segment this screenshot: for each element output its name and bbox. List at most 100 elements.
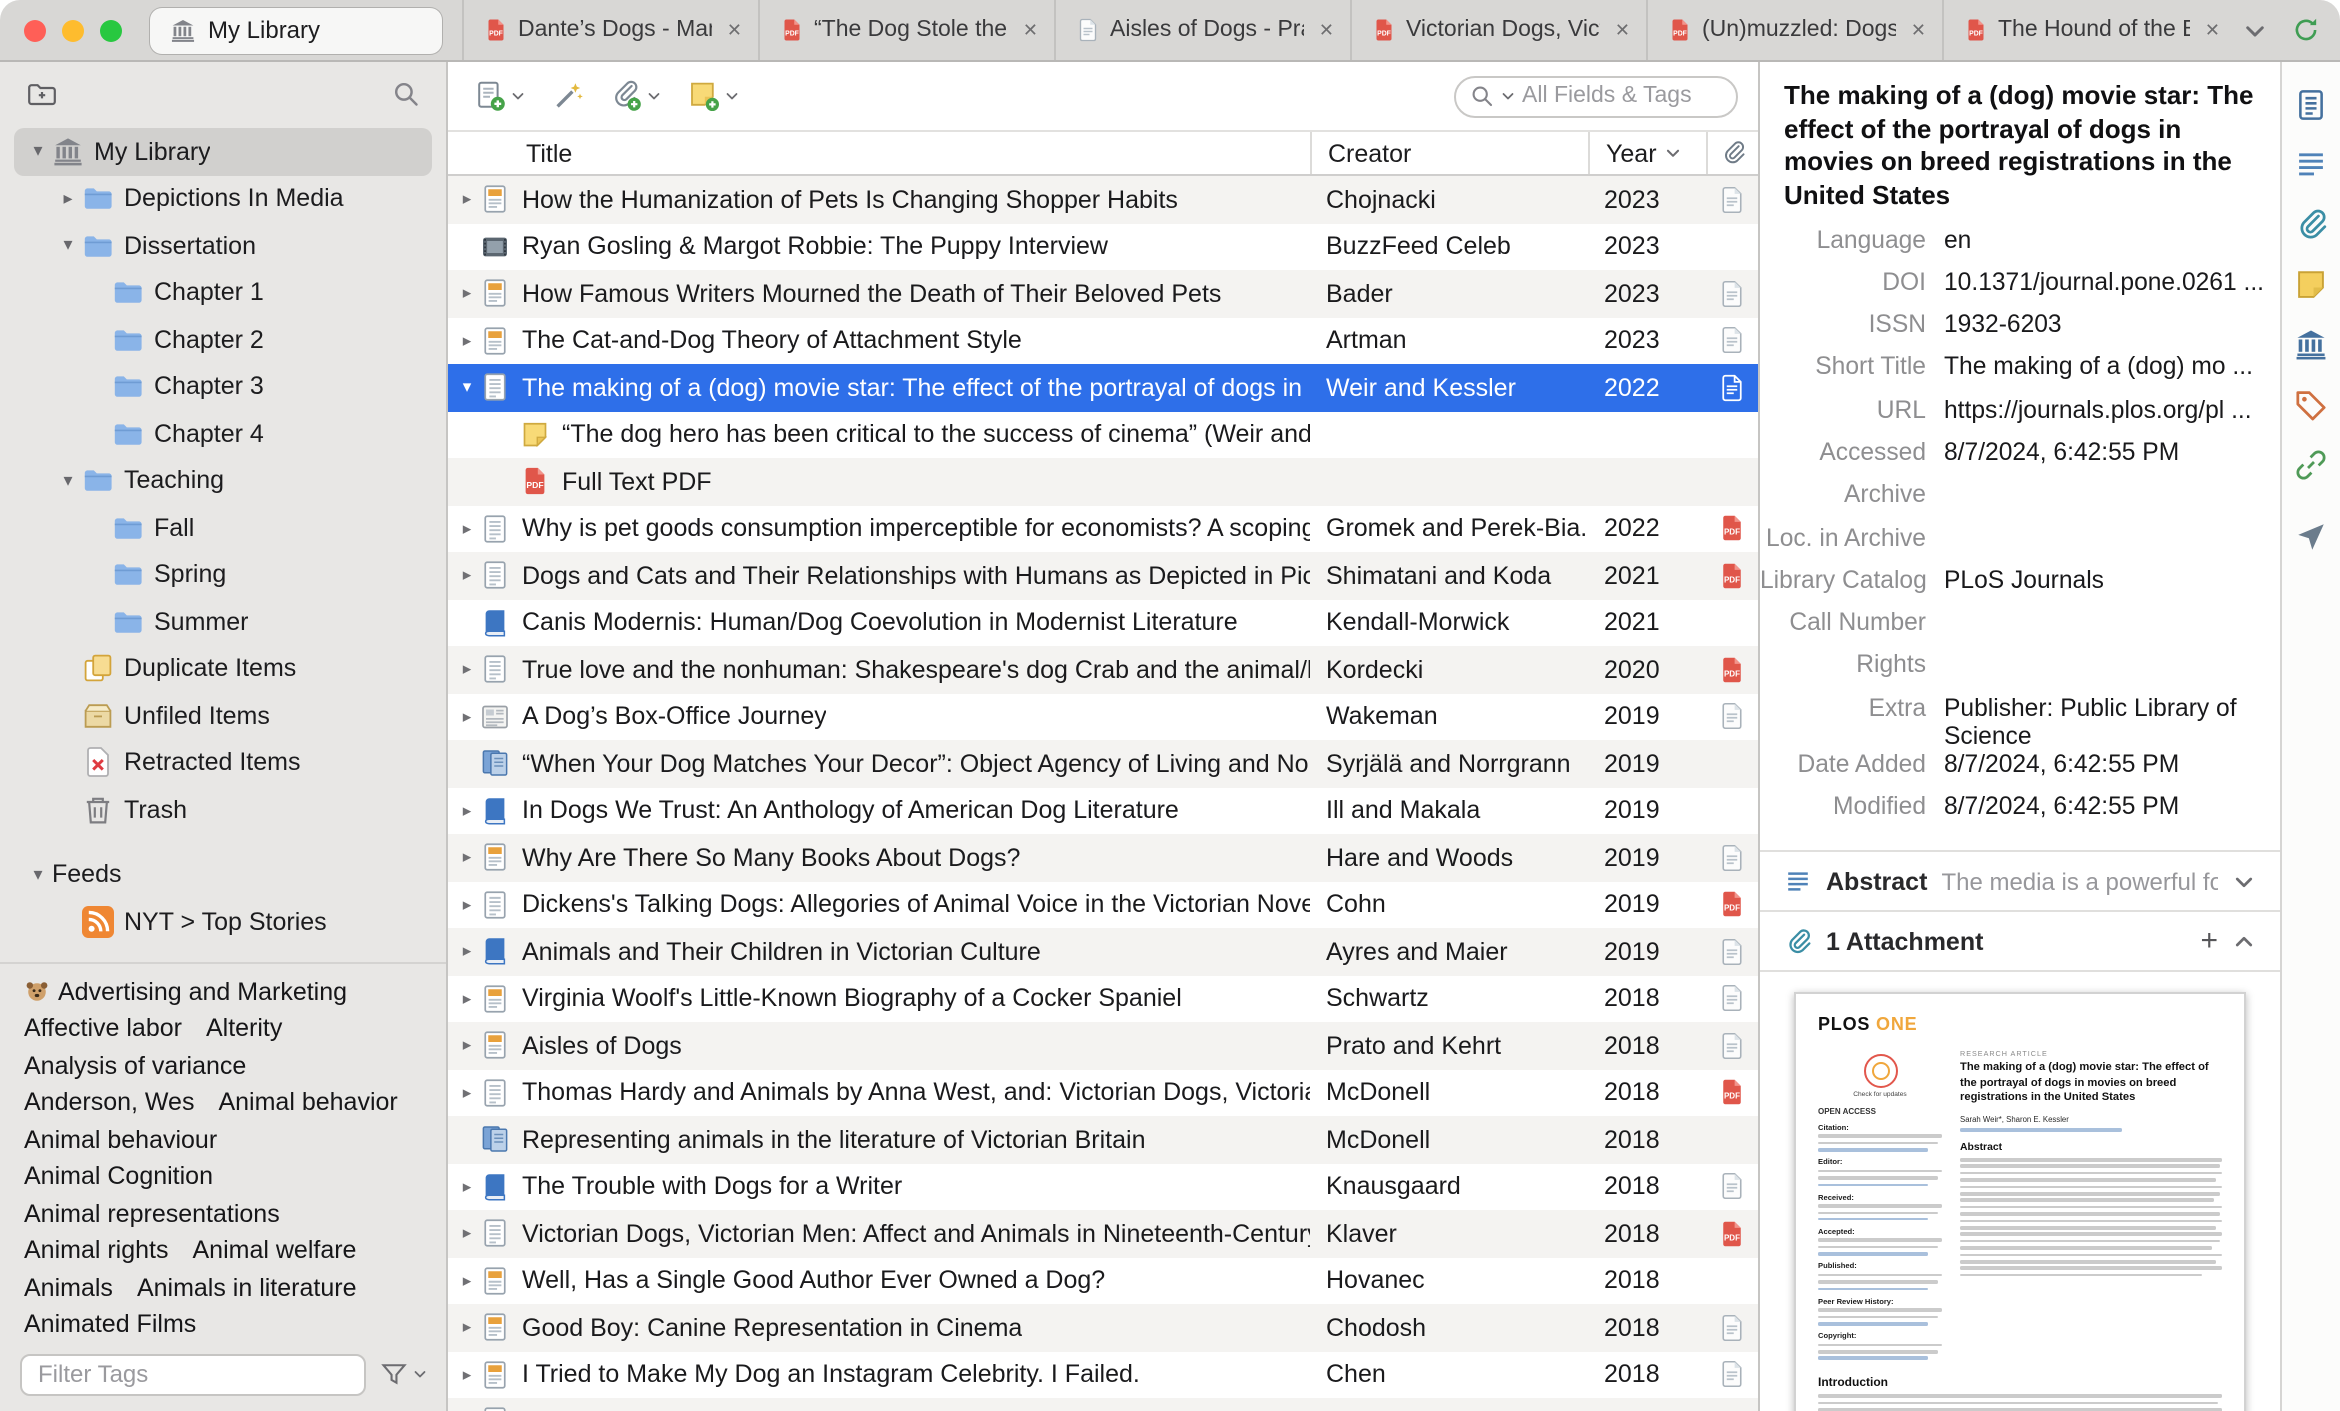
related-icon[interactable]: [2294, 448, 2328, 482]
minimize-window-button[interactable]: [62, 19, 84, 41]
expand-chevron-icon[interactable]: ▸: [448, 565, 478, 587]
item-row[interactable]: ▸ Aisles of Dogs Prato and Kehrt 2018: [448, 1022, 1758, 1069]
add-by-identifier-button[interactable]: [546, 76, 590, 116]
chevron-up-icon[interactable]: [2232, 930, 2256, 954]
expand-chevron-icon[interactable]: ▾: [448, 377, 478, 399]
pdf-preview-page[interactable]: PLOS ONE Check for updates OPEN ACCESS C…: [1794, 992, 2246, 1411]
new-item-button[interactable]: [468, 76, 532, 116]
item-row[interactable]: ▸ Why is pet goods consumption impercepti…: [448, 505, 1758, 552]
tab-overflow-chevron-icon[interactable]: [2242, 17, 2268, 43]
libraries-icon[interactable]: [2294, 328, 2328, 362]
sidebar-item-depictions-in-media[interactable]: ▸ Depictions In Media: [14, 175, 432, 222]
tag-animated-films[interactable]: Animated Films: [24, 1310, 196, 1338]
tag-alterity[interactable]: Alterity: [206, 1014, 282, 1042]
search-box[interactable]: [1454, 75, 1738, 117]
tag-filter-options[interactable]: [380, 1360, 428, 1388]
tags-icon[interactable]: [2294, 388, 2328, 422]
collection-search-icon[interactable]: [392, 80, 420, 108]
close-icon[interactable]: ✕: [1907, 17, 1930, 43]
sidebar-item-chapter-4[interactable]: Chapter 4: [14, 410, 432, 457]
item-row[interactable]: ▸ The Trouble with Dogs for a Writer Knaus…: [448, 1163, 1758, 1210]
tag-affective-labor[interactable]: Affective labor: [24, 1014, 182, 1042]
add-attachment-button[interactable]: [604, 76, 668, 116]
document-tab-un-muzzled-dogs[interactable]: PDF (Un)muzzled: Dogs ✕: [1646, 0, 1942, 60]
sidebar-item-retracted-items[interactable]: Retracted Items: [14, 739, 432, 786]
sidebar-item-dissertation[interactable]: ▾ Dissertation: [14, 222, 432, 269]
close-icon[interactable]: ✕: [1611, 17, 1634, 43]
field-value[interactable]: The making of a (dog) mo ...: [1944, 353, 2264, 381]
expand-chevron-icon[interactable]: ▸: [448, 1035, 478, 1057]
disclosure-chevron-icon[interactable]: ▾: [24, 864, 52, 886]
attachment-row[interactable]: PDF Full Text PDF: [448, 458, 1758, 505]
item-row[interactable]: ▾ The making of a (dog) movie star: The e…: [448, 364, 1758, 411]
tag-animal-rights[interactable]: Animal rights: [24, 1236, 169, 1264]
tab-my-library[interactable]: My Library: [150, 7, 442, 53]
sync-icon[interactable]: [2292, 16, 2320, 44]
tag-animal-behavior[interactable]: Animal behavior: [218, 1088, 397, 1116]
document-tab-victorian-dogs-vict[interactable]: PDF Victorian Dogs, Vict ✕: [1350, 0, 1646, 60]
close-icon[interactable]: ✕: [723, 17, 746, 43]
tag-animal-welfare[interactable]: Animal welfare: [193, 1236, 357, 1264]
disclosure-chevron-icon[interactable]: ▾: [54, 235, 82, 257]
abstract-section-header[interactable]: Abstract The media is a powerful forc...: [1760, 850, 2280, 911]
document-tab-the-dog-stole-the[interactable]: PDF “The Dog Stole the ✕: [758, 0, 1054, 60]
field-value[interactable]: 1932-6203: [1944, 310, 2264, 338]
expand-chevron-icon[interactable]: ▸: [448, 189, 478, 211]
item-row[interactable]: ▸ Good Boy: Canine Representation in Cine…: [448, 1304, 1758, 1351]
sidebar-item-fall[interactable]: Fall: [14, 504, 432, 551]
close-icon[interactable]: ✕: [1019, 17, 1042, 43]
field-value[interactable]: 8/7/2024, 6:42:55 PM: [1944, 792, 2264, 820]
abstract-icon[interactable]: [2294, 148, 2328, 182]
expand-chevron-icon[interactable]: ▸: [448, 988, 478, 1010]
expand-chevron-icon[interactable]: ▸: [448, 518, 478, 540]
item-row[interactable]: ▸ Thomas Hardy and Animals by Anna West, …: [448, 1069, 1758, 1116]
field-value[interactable]: 8/7/2024, 6:42:55 PM: [1944, 750, 2264, 778]
item-row[interactable]: ▸ Well, Has a Single Good Author Ever Own…: [448, 1257, 1758, 1304]
locate-icon[interactable]: [2294, 520, 2328, 554]
expand-chevron-icon[interactable]: ▸: [448, 894, 478, 916]
document-tab-aisles-of-dogs-pra[interactable]: Aisles of Dogs - Pra ✕: [1054, 0, 1350, 60]
expand-chevron-icon[interactable]: ▸: [448, 1176, 478, 1198]
column-header-title[interactable]: Title: [448, 132, 1310, 174]
new-collection-icon[interactable]: [26, 78, 58, 110]
tag-filter-input[interactable]: [20, 1353, 366, 1395]
item-row[interactable]: Canis Modernis: Human/Dog Coevolution in…: [448, 599, 1758, 646]
sidebar-item-trash[interactable]: Trash: [14, 786, 432, 833]
item-row[interactable]: ▸ A Dog’s Box-Office Journey Wakeman 2019: [448, 693, 1758, 740]
chevron-down-icon[interactable]: [2232, 870, 2256, 894]
expand-chevron-icon[interactable]: ▸: [448, 1082, 478, 1104]
attachments-icon[interactable]: [2294, 208, 2328, 242]
expand-chevron-icon[interactable]: ▸: [448, 800, 478, 822]
item-row[interactable]: ▸ How the Humanization of Pets Is Changin…: [448, 176, 1758, 223]
item-row-partial[interactable]: ▸: [448, 1398, 1758, 1411]
search-input[interactable]: [1522, 84, 1722, 108]
item-row[interactable]: “When Your Dog Matches Your Decor”: Obje…: [448, 740, 1758, 787]
sidebar-item-chapter-2[interactable]: Chapter 2: [14, 316, 432, 363]
document-tab-dante-s-dogs-mani[interactable]: PDF Dante’s Dogs - Mani ✕: [462, 0, 758, 60]
disclosure-chevron-icon[interactable]: ▾: [54, 470, 82, 492]
field-value[interactable]: https://journals.plos.org/pl ...: [1944, 395, 2264, 423]
tag-animal-representations[interactable]: Animal representations: [24, 1199, 280, 1227]
notes-icon[interactable]: [2294, 268, 2328, 302]
field-value[interactable]: PLoS Journals: [1944, 566, 2264, 594]
tag-anderson-wes[interactable]: Anderson, Wes: [24, 1088, 194, 1116]
item-row[interactable]: ▸ Why Are There So Many Books About Dogs?…: [448, 834, 1758, 881]
item-row[interactable]: ▸ True love and the nonhuman: Shakespeare…: [448, 646, 1758, 693]
expand-chevron-icon[interactable]: ▸: [448, 1317, 478, 1339]
add-attachment-plus[interactable]: +: [2200, 927, 2218, 957]
tag-animal-cognition[interactable]: Animal Cognition: [24, 1162, 213, 1190]
column-header-year[interactable]: Year: [1588, 132, 1706, 174]
sidebar-item-nyt-top-stories[interactable]: NYT > Top Stories: [14, 898, 432, 945]
item-row[interactable]: ▸ Dickens's Talking Dogs: Allegories of A…: [448, 881, 1758, 928]
expand-chevron-icon[interactable]: ▸: [448, 847, 478, 869]
expand-chevron-icon[interactable]: ▸: [448, 1270, 478, 1292]
field-value[interactable]: Publisher: Public Library of Science: [1944, 694, 2264, 750]
expand-chevron-icon[interactable]: ▸: [448, 283, 478, 305]
item-row[interactable]: ▸ In Dogs We Trust: An Anthology of Ameri…: [448, 787, 1758, 834]
item-row[interactable]: ▸ How Famous Writers Mourned the Death of…: [448, 270, 1758, 317]
item-row[interactable]: ▸ The Cat-and-Dog Theory of Attachment St…: [448, 317, 1758, 364]
column-header-attachment[interactable]: [1706, 132, 1758, 174]
sidebar-item-chapter-3[interactable]: Chapter 3: [14, 363, 432, 410]
tag-analysis-of-variance[interactable]: Analysis of variance: [24, 1051, 246, 1079]
attachment-row[interactable]: “The dog hero has been critical to the s…: [448, 411, 1758, 458]
